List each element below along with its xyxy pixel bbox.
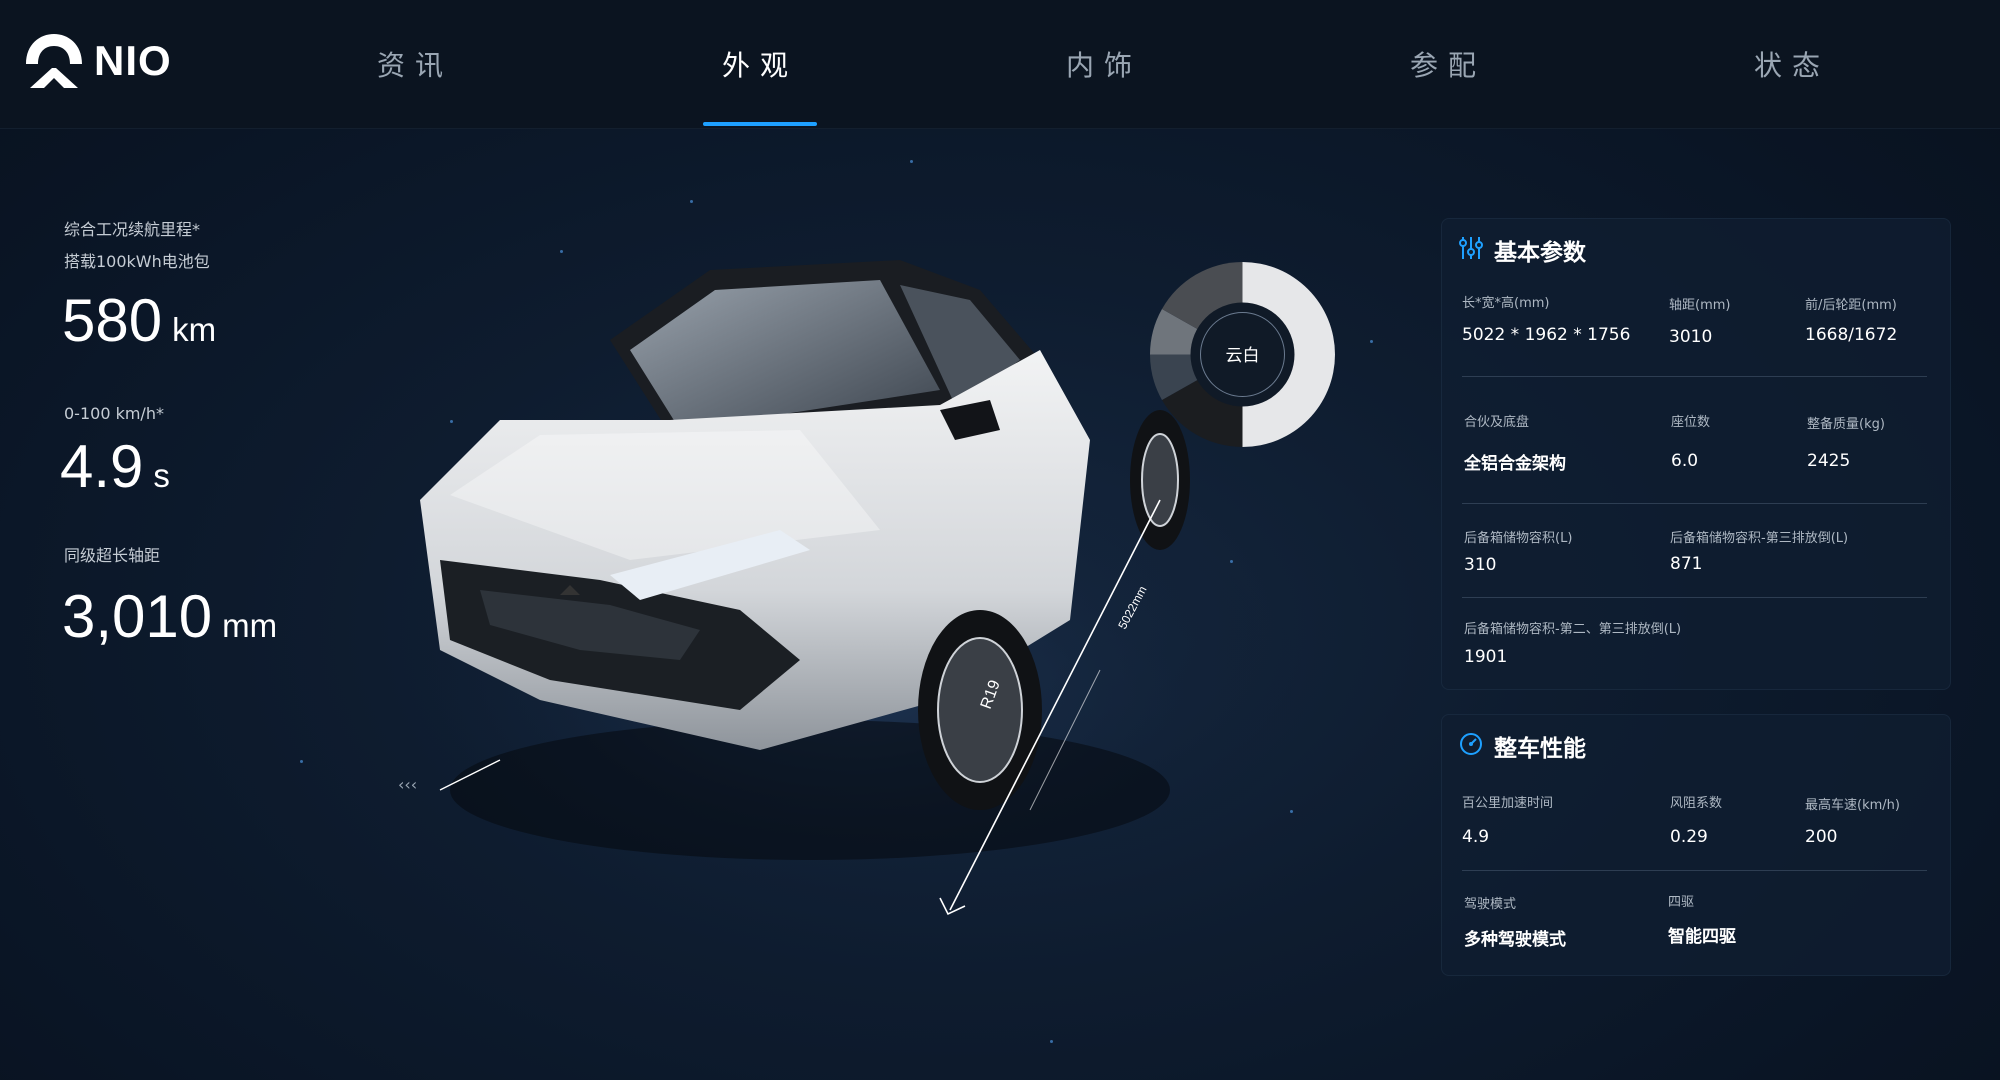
param-label: 整备质量(kg)	[1807, 417, 1885, 432]
param-divider	[1462, 376, 1927, 377]
sliders-icon	[1459, 237, 1483, 259]
performance-title: 整车性能	[1494, 736, 1586, 762]
param-value: 全铝合金架构	[1464, 454, 1566, 474]
wheelbase-label: 同级超长轴距	[64, 546, 161, 565]
range-label: 综合工况续航里程*	[64, 220, 201, 239]
brand-logo[interactable]: NIO	[22, 30, 172, 92]
tab-specs[interactable]: 参配	[1338, 44, 1558, 84]
nio-logo-icon	[26, 34, 82, 88]
perf-value: 多种驾驶模式	[1464, 930, 1566, 950]
param-label: 座位数	[1671, 415, 1711, 430]
direction-chevrons: ‹‹‹	[398, 775, 417, 794]
brand-name: NIO	[94, 37, 172, 84]
active-tab-indicator	[703, 122, 817, 126]
param-label: 合伙及底盘	[1464, 415, 1530, 430]
param-label: 后备箱储物容积-第二、第三排放倒(L)	[1464, 622, 1682, 637]
selected-color-label: 云白	[1226, 346, 1260, 366]
perf-value: 4.9	[1462, 827, 1490, 847]
param-label: 后备箱储物容积(L)	[1464, 531, 1573, 546]
param-value: 871	[1670, 554, 1703, 574]
param-label: 长*宽*高(mm)	[1462, 296, 1550, 311]
tab-exterior[interactable]: 外观	[650, 44, 870, 84]
perf-label: 四驱	[1668, 895, 1695, 910]
acceleration-value: 4.9 s	[60, 432, 170, 501]
param-value: 5022 * 1962 * 1756	[1462, 325, 1631, 345]
param-divider	[1462, 597, 1927, 598]
color-wheel-graphic: 云白	[1150, 262, 1335, 447]
wheelbase-number: 3,010	[62, 583, 213, 650]
star-dot	[910, 160, 913, 163]
star-dot	[1370, 340, 1373, 343]
rear-rim	[1141, 433, 1179, 527]
param-label: 轴距(mm)	[1669, 298, 1731, 313]
param-value: 6.0	[1671, 451, 1699, 471]
star-dot	[690, 200, 693, 203]
wheelbase-value: 3,010 mm	[62, 582, 277, 651]
param-label: 前/后轮距(mm)	[1805, 298, 1897, 313]
tab-news[interactable]: 资讯	[305, 44, 525, 84]
perf-value: 0.29	[1670, 827, 1708, 847]
param-value: 2425	[1807, 451, 1851, 471]
tab-status[interactable]: 状态	[1682, 44, 1902, 84]
param-value: 1668/1672	[1805, 325, 1898, 345]
top-nav-bar: NIO 资讯 外观 内饰 参配 状态	[0, 0, 2000, 129]
tab-interior[interactable]: 内饰	[994, 44, 1214, 84]
param-value: 1901	[1464, 647, 1508, 667]
perf-label: 风阻系数	[1670, 796, 1723, 811]
star-dot	[300, 760, 303, 763]
basic-params-panel: 基本参数 长*宽*高(mm) 5022 * 1962 * 1756 轴距(mm)…	[1441, 218, 1951, 690]
param-divider	[1462, 503, 1927, 504]
front-rim	[937, 637, 1023, 783]
perf-value: 智能四驱	[1668, 927, 1736, 947]
color-selector[interactable]: 云白	[1150, 262, 1335, 447]
speedometer-icon	[1460, 733, 1482, 755]
perf-value: 200	[1805, 827, 1838, 847]
wheelbase-unit: mm	[222, 607, 278, 644]
range-unit: km	[172, 311, 217, 348]
acceleration-number: 4.9	[60, 433, 144, 500]
param-value: 310	[1464, 555, 1497, 575]
range-number: 580	[62, 287, 163, 354]
battery-label: 搭载100kWh电池包	[64, 252, 210, 271]
perf-label: 驾驶模式	[1464, 897, 1517, 912]
range-value: 580 km	[62, 286, 216, 355]
perf-divider	[1462, 870, 1927, 871]
performance-panel: 整车性能 百公里加速时间 4.9 风阻系数 0.29 最高车速(km/h) 20…	[1441, 714, 1951, 976]
acceleration-unit: s	[153, 457, 170, 494]
basic-params-title: 基本参数	[1494, 240, 1586, 266]
star-dot	[1050, 1040, 1053, 1043]
param-label: 后备箱储物容积-第三排放倒(L)	[1670, 531, 1849, 546]
car-shadow	[450, 720, 1170, 860]
acceleration-label: 0-100 km/h*	[64, 404, 164, 423]
param-value: 3010	[1669, 327, 1713, 347]
perf-label: 最高车速(km/h)	[1805, 798, 1900, 813]
perf-label: 百公里加速时间	[1462, 796, 1554, 811]
